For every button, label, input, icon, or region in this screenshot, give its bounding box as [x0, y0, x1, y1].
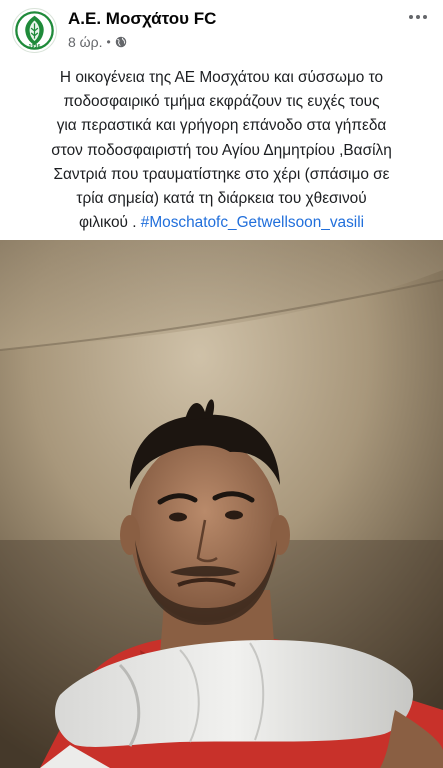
logo-year: 1936	[29, 44, 41, 50]
post-time[interactable]: 8 ώρ.	[68, 34, 102, 50]
post-meta: 8 ώρ. •	[68, 34, 127, 50]
page-avatar[interactable]: 1936	[12, 8, 57, 53]
post-photo[interactable]	[0, 240, 443, 768]
post-header: 1936 Α.Ε. Μοσχάτου FC 8 ώρ. •	[0, 0, 443, 62]
globe-icon[interactable]	[115, 36, 127, 48]
caption-line: τρία σημεία) κατά τη διάρκεια του χθεσιν…	[76, 190, 367, 208]
post-caption: Η οικογένεια της ΑΕ Μοσχάτου και σύσσωμο…	[0, 66, 443, 235]
caption-line: ποδοσφαιρικό τμήμα εκφράζουν τις ευχές τ…	[63, 93, 380, 111]
facebook-post: 1936 Α.Ε. Μοσχάτου FC 8 ώρ. • Η οικογένε…	[0, 0, 443, 768]
hashtag-link[interactable]: #Moschatofc_Getwellsoon_vasili	[141, 214, 364, 231]
photo-image	[0, 240, 443, 768]
caption-line: για περαστικά και γρήγορη επάνοδο στα γή…	[56, 117, 387, 135]
caption-text: φιλικού .	[78, 214, 141, 232]
page-name[interactable]: Α.Ε. Μοσχάτου FC	[68, 9, 216, 29]
more-dot	[423, 15, 427, 19]
more-dot	[409, 15, 413, 19]
caption-line-last: φιλικού . #Moschatofc_Getwellsoon_vasili	[0, 211, 443, 235]
caption-line: Η οικογένεια της ΑΕ Μοσχάτου και σύσσωμο…	[59, 69, 384, 86]
more-options-icon[interactable]	[403, 6, 433, 28]
club-logo: 1936	[14, 10, 55, 51]
meta-separator: •	[106, 35, 111, 49]
more-dot	[416, 15, 420, 19]
caption-line: στον ποδοσφαιριστή του Αγίου Δημητρίου ,…	[51, 141, 392, 159]
caption-line: Σαντριά που τραυματίστηκε στο χέρι (σπάσ…	[53, 165, 390, 183]
